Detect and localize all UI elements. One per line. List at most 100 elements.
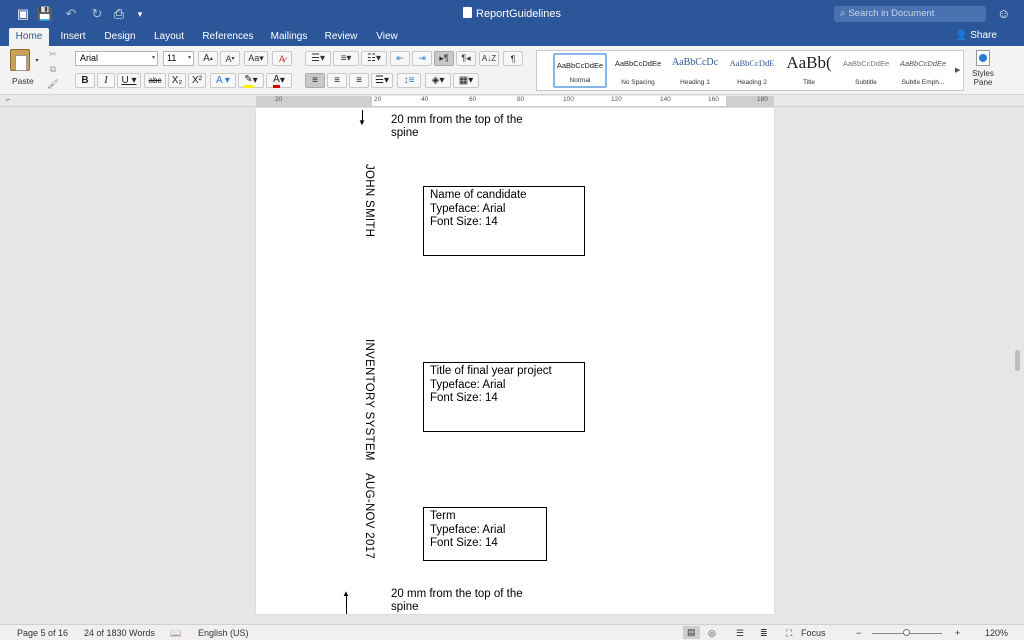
search-document-input[interactable]: ⌕ Search in Document bbox=[834, 6, 986, 22]
annotation-typeface: Typeface: Arial bbox=[430, 202, 506, 215]
search-icon: ⌕ bbox=[840, 8, 846, 19]
annotation-size: Font Size: 14 bbox=[430, 392, 498, 404]
ruler-label: 80 bbox=[517, 96, 525, 103]
tab-references[interactable]: References bbox=[198, 28, 258, 46]
annotation-title: Title of final year project bbox=[430, 365, 552, 377]
ruler-label: 160 bbox=[708, 96, 719, 103]
tab-insert[interactable]: Insert bbox=[55, 28, 91, 46]
style-subtitle[interactable]: AaBbCcDdEe Subtitle bbox=[839, 53, 893, 88]
pilcrow-icon: ¶ bbox=[510, 53, 516, 64]
language[interactable]: English (US) bbox=[198, 628, 249, 638]
highlight-icon: ✎ ▾ bbox=[244, 73, 258, 88]
style-heading-1[interactable]: AaBbCcDc Heading 1 bbox=[668, 53, 722, 88]
borders-icon: ▦▾ bbox=[458, 75, 474, 86]
shrink-font-icon: A ▾ bbox=[225, 53, 235, 64]
tab-review[interactable]: Review bbox=[321, 28, 361, 46]
tab-stop-icon[interactable]: ⌐ bbox=[4, 95, 12, 105]
paste-dropdown-icon[interactable]: ▾ bbox=[33, 56, 41, 64]
ruler-label: 100 bbox=[563, 96, 574, 103]
down-arrow-icon: ▼ bbox=[358, 118, 366, 127]
ruler-left-margin bbox=[256, 96, 372, 106]
document-page[interactable]: ▼ 20 mm from the top of the spine JOHN S… bbox=[256, 108, 774, 614]
tab-view[interactable]: View bbox=[370, 28, 404, 46]
print-layout-icon[interactable]: ▤ bbox=[683, 626, 700, 639]
tab-mailings[interactable]: Mailings bbox=[266, 28, 312, 46]
annotation-box-name: Name of candidate Typeface: Arial Font S… bbox=[423, 186, 585, 256]
strikethrough-icon: abc bbox=[148, 76, 162, 85]
focus-icon[interactable]: ⛶ bbox=[786, 628, 792, 639]
style-no-spacing[interactable]: AaBbCcDdEe No Spacing bbox=[611, 53, 665, 88]
gallery-expand-icon[interactable]: ▶ bbox=[955, 66, 960, 74]
feedback-smiley-icon[interactable]: ☺ bbox=[997, 6, 1010, 21]
font-name-select[interactable]: Arial ▾ bbox=[75, 51, 158, 66]
annotation-size: Font Size: 14 bbox=[430, 537, 498, 549]
annotation-title: Name of candidate bbox=[430, 189, 527, 201]
sort-icon: A↓Z bbox=[481, 54, 497, 63]
spine-candidate-name: JOHN SMITH bbox=[363, 164, 375, 238]
bold-icon: B bbox=[81, 75, 89, 86]
zoom-level[interactable]: 120% bbox=[985, 628, 1008, 638]
spine-term: AUG-NOV 2017 bbox=[363, 473, 375, 560]
paste-label[interactable]: Paste bbox=[12, 76, 34, 86]
ltr-icon: ▸¶ bbox=[439, 53, 449, 63]
font-size-select[interactable]: 11 ▾ bbox=[163, 51, 194, 66]
align-right-icon: ≡ bbox=[356, 75, 362, 86]
web-layout-icon[interactable]: ◎ bbox=[708, 628, 716, 639]
draft-view-icon[interactable]: ≣ bbox=[760, 628, 768, 639]
italic-icon: I bbox=[104, 75, 108, 86]
line-spacing-icon: ↕≡ bbox=[403, 75, 415, 86]
multilevel-list-icon: ☷▾ bbox=[367, 53, 381, 64]
ruler-label: 60 bbox=[469, 96, 477, 103]
share-button[interactable]: 👤 Share bbox=[955, 30, 997, 41]
ruler-label: 40 bbox=[421, 96, 429, 103]
proofing-icon[interactable]: 📖 bbox=[170, 628, 181, 639]
ruler-label: 140 bbox=[660, 96, 671, 103]
horizontal-ruler[interactable]: 20 20 40 60 80 100 120 140 160 180 ⌐ bbox=[0, 95, 1024, 107]
style-heading-2[interactable]: AaBbCcDdE Heading 2 bbox=[725, 53, 779, 88]
styles-pane-icon bbox=[976, 50, 990, 66]
annotation-title: Term bbox=[430, 510, 456, 522]
clear-formatting-icon: A̷ bbox=[278, 53, 285, 64]
tab-home[interactable]: Home bbox=[9, 28, 49, 46]
zoom-slider-knob[interactable] bbox=[903, 629, 910, 636]
font-dropdown-icon: ▾ bbox=[151, 55, 155, 61]
ribbon-tabs: Home Insert Design Layout References Mai… bbox=[0, 28, 1024, 46]
decrease-indent-icon: ⇤ bbox=[396, 53, 404, 63]
subscript-icon: X₂ bbox=[171, 75, 183, 86]
outline-view-icon[interactable]: ☰ bbox=[736, 628, 744, 639]
ruler-label: 20 bbox=[275, 96, 283, 103]
rtl-icon: ¶◂ bbox=[461, 53, 471, 63]
justify-icon: ☰▾ bbox=[375, 75, 389, 86]
underline-icon: U ▾ bbox=[121, 75, 137, 86]
ruler-label: 180 bbox=[757, 96, 768, 103]
zoom-in-icon[interactable]: + bbox=[955, 628, 960, 638]
annotation-typeface: Typeface: Arial bbox=[430, 523, 506, 536]
paste-icon[interactable] bbox=[10, 49, 30, 71]
size-dropdown-icon: ▾ bbox=[187, 55, 191, 61]
style-title[interactable]: AaBb( Title bbox=[782, 53, 836, 88]
shading-icon: ◈▾ bbox=[431, 75, 445, 86]
word-count[interactable]: 24 of 1830 Words bbox=[84, 628, 155, 638]
style-subtle-emphasis[interactable]: AaBbCcDdEe Subtle Emph... bbox=[896, 53, 950, 88]
focus-label[interactable]: Focus bbox=[801, 628, 826, 638]
annotation-size: Font Size: 14 bbox=[430, 216, 498, 228]
cut-icon[interactable]: ✂ bbox=[46, 48, 60, 60]
text-effects-icon: A ▾ bbox=[216, 75, 230, 86]
copy-icon[interactable]: ⧉ bbox=[46, 63, 60, 75]
bullets-icon: ☰▾ bbox=[311, 53, 325, 64]
increase-indent-icon: ⇥ bbox=[418, 53, 426, 63]
styles-pane-button[interactable]: Styles Pane bbox=[966, 50, 1000, 94]
vertical-scrollbar-thumb[interactable] bbox=[1015, 350, 1020, 371]
spine-project-title: INVENTORY SYSTEM bbox=[363, 339, 375, 461]
page-count[interactable]: Page 5 of 16 bbox=[17, 628, 68, 638]
ribbon-home: ▾ Paste ✂ ⧉ 🖌 Arial ▾ 11 ▾ A ▴ A ▾ Aa▾ A̷ B … bbox=[0, 46, 1024, 95]
ruler-label: 120 bbox=[611, 96, 622, 103]
top-spine-note: 20 mm from the top of the spine bbox=[391, 114, 523, 139]
annotation-typeface: Typeface: Arial bbox=[430, 378, 506, 391]
bottom-arrow-line bbox=[346, 594, 347, 614]
style-normal[interactable]: AaBbCcDdEe Normal bbox=[553, 53, 607, 88]
zoom-out-icon[interactable]: − bbox=[856, 628, 861, 638]
tab-layout[interactable]: Layout bbox=[149, 28, 189, 46]
format-painter-icon[interactable]: 🖌 bbox=[46, 78, 60, 90]
tab-design[interactable]: Design bbox=[100, 28, 140, 46]
